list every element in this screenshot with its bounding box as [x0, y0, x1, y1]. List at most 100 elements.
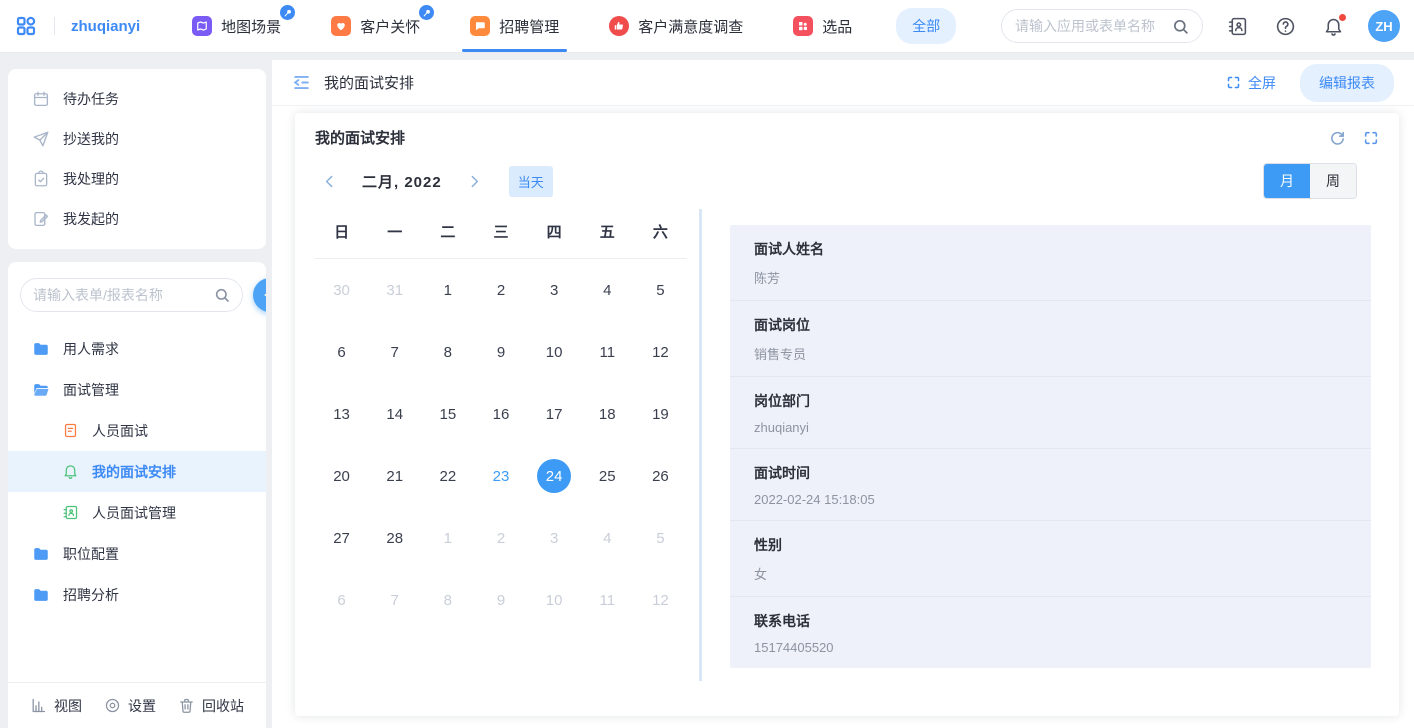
tree-item[interactable]: 招聘分析 — [8, 574, 266, 615]
calendar-day[interactable]: 11 — [581, 583, 634, 617]
calendar-day[interactable]: 27 — [315, 521, 368, 555]
calendar-day[interactable]: 12 — [634, 583, 687, 617]
calendar-day[interactable]: 5 — [634, 273, 687, 307]
sidebar-footer-item[interactable]: 回收站 — [178, 696, 244, 716]
next-month-icon[interactable] — [460, 173, 489, 190]
calendar-day[interactable]: 6 — [315, 583, 368, 617]
calendar-day[interactable]: 1 — [421, 273, 474, 307]
address-book-icon[interactable] — [1227, 16, 1248, 37]
sidebar-menu-item[interactable]: 我处理的 — [8, 159, 266, 199]
prev-month-icon[interactable] — [315, 173, 344, 190]
search-icon[interactable] — [214, 287, 230, 303]
calendar-day[interactable]: 30 — [315, 273, 368, 307]
tree-item[interactable]: 职位配置 — [8, 533, 266, 574]
calendar-day[interactable]: 9 — [474, 583, 527, 617]
calendar-day[interactable]: 3 — [528, 273, 581, 307]
month-view-toggle[interactable]: 月 — [1264, 164, 1310, 198]
calendar-day[interactable]: 14 — [368, 397, 421, 431]
notifications-bell-icon[interactable] — [1323, 16, 1344, 37]
calendar-day[interactable]: 18 — [581, 397, 634, 431]
app-tab-3[interactable]: 招聘管理 — [470, 0, 559, 52]
all-apps-button[interactable]: 全部 — [896, 8, 956, 44]
today-button[interactable]: 当天 — [509, 166, 553, 197]
edit-report-button[interactable]: 编辑报表 — [1300, 64, 1394, 102]
calendar-day[interactable]: 10 — [528, 583, 581, 617]
calendar-day[interactable]: 9 — [474, 335, 527, 369]
calendar-day[interactable]: 2 — [474, 521, 527, 555]
form-search[interactable] — [20, 278, 243, 312]
calendar-day[interactable]: 10 — [528, 335, 581, 369]
calendar-day[interactable]: 21 — [368, 459, 421, 493]
avatar[interactable]: ZH — [1368, 10, 1400, 42]
calendar-day[interactable]: 16 — [474, 397, 527, 431]
search-icon[interactable] — [1172, 18, 1189, 35]
detail-row: 联系电话15174405520 — [730, 596, 1371, 668]
week-view-toggle[interactable]: 周 — [1310, 164, 1356, 198]
calendar-day[interactable]: 31 — [368, 273, 421, 307]
calendar-day[interactable]: 22 — [421, 459, 474, 493]
add-form-button[interactable] — [253, 278, 266, 312]
tree-item[interactable]: 人员面试 — [8, 410, 266, 451]
expand-card-icon[interactable] — [1363, 130, 1379, 146]
detail-value: 女 — [754, 564, 1347, 583]
calendar-day[interactable]: 13 — [315, 397, 368, 431]
sidebar-footer-label: 回收站 — [202, 696, 244, 716]
calendar-day[interactable]: 7 — [368, 583, 421, 617]
sidebar-menu-item[interactable]: 待办任务 — [8, 79, 266, 119]
collapse-sidebar-icon[interactable] — [292, 73, 311, 92]
sidebar-footer-item[interactable]: 设置 — [104, 696, 156, 716]
calendar-day[interactable]: 5 — [634, 521, 687, 555]
form-search-input[interactable] — [33, 287, 214, 303]
global-search-input[interactable] — [1015, 18, 1172, 34]
calendar-day-selected[interactable]: 24 — [528, 459, 581, 493]
calendar-day[interactable]: 8 — [421, 335, 474, 369]
calendar-day[interactable]: 4 — [581, 521, 634, 555]
calendar-day[interactable]: 20 — [315, 459, 368, 493]
calendar-day[interactable]: 8 — [421, 583, 474, 617]
tree-item[interactable]: 用人需求 — [8, 328, 266, 369]
calendar-day[interactable]: 6 — [315, 335, 368, 369]
app-tab-2[interactable]: 客户关怀 — [331, 0, 420, 52]
calendar-day[interactable]: 15 — [421, 397, 474, 431]
calendar-week-row: 20 212223242526 — [315, 445, 687, 507]
sidebar-menu-item[interactable]: 抄送我的 — [8, 119, 266, 159]
workspace-name[interactable]: zhuqianyi — [71, 18, 140, 35]
apps-grid-icon[interactable] — [14, 14, 38, 38]
tree-item[interactable]: 人员面试管理 — [8, 492, 266, 533]
day-number: 18 — [590, 397, 624, 431]
calendar-day[interactable]: 28 — [368, 521, 421, 555]
calendar-day[interactable]: 26 — [634, 459, 687, 493]
form-doc-icon — [62, 422, 79, 439]
app-tab-4[interactable]: 客户满意度调查 — [609, 0, 743, 52]
tree-item[interactable]: 我的面试安排 — [8, 451, 266, 492]
thumb-icon — [609, 16, 629, 36]
refresh-icon[interactable] — [1329, 129, 1346, 146]
sidebar-footer-item[interactable]: 视图 — [30, 696, 82, 716]
calendar-day[interactable]: 19 — [634, 397, 687, 431]
calendar-day[interactable]: 23 — [474, 459, 527, 493]
calendar-day[interactable]: 25 — [581, 459, 634, 493]
day-number: 11 — [590, 335, 624, 369]
sidebar-footer-label: 视图 — [54, 696, 82, 716]
calendar-day[interactable]: 11 — [581, 335, 634, 369]
calendar-day[interactable]: 4 — [581, 273, 634, 307]
day-number: 8 — [431, 335, 465, 369]
calendar-day[interactable]: 1 — [421, 521, 474, 555]
help-icon[interactable] — [1275, 16, 1296, 37]
global-search[interactable] — [1001, 9, 1203, 43]
sidebar: 待办任务抄送我的我处理的我发起的 用人需求面试管理人员面试我的面试安排人员面试管… — [0, 53, 266, 728]
calendar-day[interactable]: 12 — [634, 335, 687, 369]
folder-icon — [32, 586, 50, 604]
app-tab-5[interactable]: 选品 — [793, 0, 852, 52]
fullscreen-button[interactable]: 全屏 — [1226, 73, 1276, 93]
tree-item[interactable]: 面试管理 — [8, 369, 266, 410]
calendar-day[interactable]: 7 — [368, 335, 421, 369]
detail-row: 性别女 — [730, 520, 1371, 596]
calendar-day[interactable]: 3 — [528, 521, 581, 555]
sidebar-menu-item[interactable]: 我发起的 — [8, 199, 266, 239]
calendar-day[interactable]: 2 — [474, 273, 527, 307]
app-tab-1[interactable]: 地图场景 — [192, 0, 281, 52]
day-number: 20 — [325, 459, 359, 493]
day-number: 3 — [537, 521, 571, 555]
calendar-day[interactable]: 17 — [528, 397, 581, 431]
